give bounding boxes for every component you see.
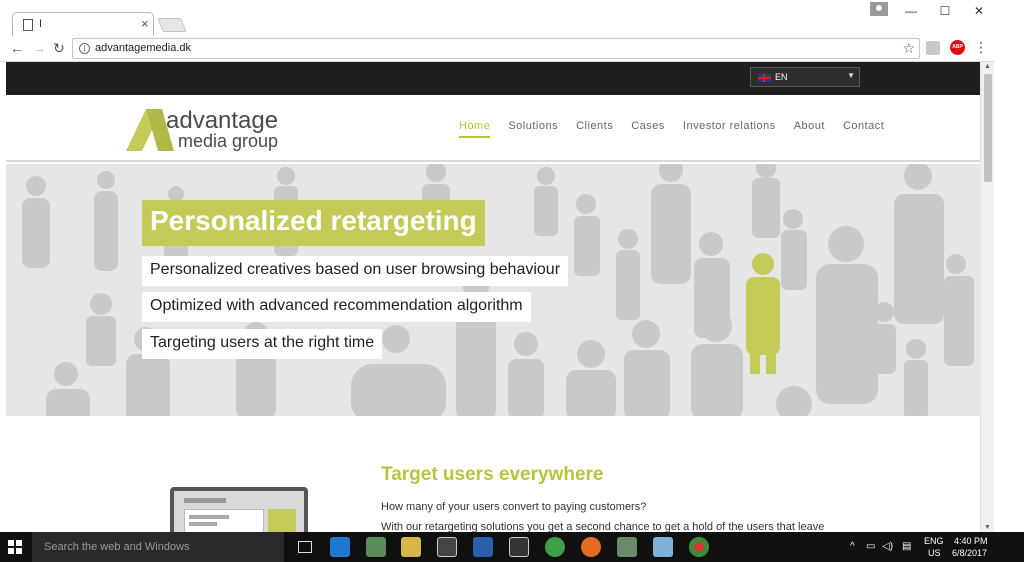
site-topbar: EN ▼ bbox=[6, 62, 980, 95]
input-language-bottom[interactable]: US bbox=[928, 548, 941, 558]
adblock-icon[interactable]: ABP bbox=[950, 40, 965, 55]
address-bar[interactable]: i advantagemedia.dk ☆ bbox=[72, 38, 920, 59]
nav-investor-relations[interactable]: Investor relations bbox=[683, 120, 776, 138]
main-nav: Home Solutions Clients Cases Investor re… bbox=[459, 120, 902, 138]
browser-tab[interactable]: I × bbox=[12, 12, 154, 36]
browser-toolbar: ← → ↻ i advantagemedia.dk ☆ bbox=[0, 36, 994, 62]
scroll-up-icon[interactable]: ▲ bbox=[984, 63, 991, 70]
scroll-thumb[interactable] bbox=[984, 74, 992, 182]
browser-tab-strip: I × — ☐ ✕ bbox=[0, 0, 1024, 36]
torrent-icon[interactable] bbox=[545, 537, 565, 557]
firefox-icon[interactable] bbox=[581, 537, 601, 557]
window-controls: — ☐ ✕ bbox=[894, 0, 996, 22]
language-select[interactable]: EN ▼ bbox=[750, 67, 860, 87]
section-title: Target users everywhere bbox=[381, 464, 604, 485]
uk-flag-icon bbox=[758, 74, 771, 82]
minimize-button[interactable]: — bbox=[894, 0, 928, 22]
feature-section: Target users everywhere How many of your… bbox=[6, 416, 980, 532]
network-icon[interactable]: ▭ bbox=[866, 541, 875, 552]
kebab-menu-icon[interactable]: ⋮ bbox=[974, 39, 988, 56]
taskbar-search-placeholder: Search the web and Windows bbox=[44, 541, 190, 553]
input-language-top[interactable]: ENG bbox=[924, 536, 944, 546]
nav-about[interactable]: About bbox=[794, 120, 825, 138]
tab-close-icon[interactable]: × bbox=[141, 16, 149, 31]
taskbar-search[interactable]: Search the web and Windows bbox=[32, 532, 284, 562]
forward-arrow-icon[interactable]: → bbox=[30, 40, 48, 56]
tray-chevron-icon[interactable]: ^ bbox=[850, 541, 855, 552]
file-explorer-icon[interactable] bbox=[401, 537, 421, 557]
reload-icon[interactable]: ↻ bbox=[50, 40, 68, 57]
maximize-button[interactable]: ☐ bbox=[928, 0, 962, 22]
laptop-screen-accent bbox=[268, 509, 296, 532]
info-icon[interactable]: i bbox=[79, 43, 90, 54]
laptop-illustration bbox=[170, 487, 308, 532]
nav-cases[interactable]: Cases bbox=[631, 120, 665, 138]
hero-line-3: Targeting users at the right time bbox=[142, 329, 383, 359]
hero-title: Personalized retargeting bbox=[142, 200, 485, 246]
windows-taskbar: Search the web and Windows ^ ▭ ◁) ▤ ENG … bbox=[0, 532, 1024, 562]
nav-contact[interactable]: Contact bbox=[843, 120, 884, 138]
site-header: advantage media group Home Solutions Cli… bbox=[6, 95, 980, 162]
logo-text-secondary[interactable]: media group bbox=[178, 131, 278, 152]
bookmark-star-icon[interactable]: ☆ bbox=[902, 40, 915, 57]
hero-banner: Personalized retargeting Personalized cr… bbox=[6, 164, 980, 416]
edge-icon[interactable] bbox=[330, 537, 350, 557]
hero-line-2: Optimized with advanced recommendation a… bbox=[142, 292, 531, 322]
notification-icon[interactable]: ▤ bbox=[902, 541, 911, 552]
chevron-down-icon: ▼ bbox=[847, 71, 855, 80]
volume-icon[interactable]: ◁) bbox=[882, 541, 893, 552]
profile-icon[interactable] bbox=[870, 2, 888, 16]
extension-icon[interactable] bbox=[926, 41, 940, 55]
web-page: EN ▼ advantage media group Home Solution… bbox=[6, 62, 980, 532]
laptop-screen-line bbox=[189, 515, 229, 519]
document-icon bbox=[23, 19, 33, 31]
hero-line-1: Personalized creatives based on user bro… bbox=[142, 256, 569, 286]
close-window-button[interactable]: ✕ bbox=[962, 0, 996, 22]
scroll-down-icon[interactable]: ▼ bbox=[984, 524, 991, 531]
windows-start-icon[interactable] bbox=[8, 540, 22, 554]
page-scrollbar[interactable]: ▲ ▼ bbox=[980, 62, 994, 532]
chrome-icon[interactable] bbox=[689, 537, 709, 557]
language-label: EN bbox=[775, 72, 788, 82]
laptop-screen-bar bbox=[184, 498, 226, 503]
laptop-screen-panel bbox=[184, 509, 264, 532]
nav-solutions[interactable]: Solutions bbox=[508, 120, 558, 138]
store-icon[interactable] bbox=[437, 537, 457, 557]
new-tab-button[interactable] bbox=[157, 18, 187, 32]
tab-title: I bbox=[39, 18, 43, 30]
calendar-icon[interactable] bbox=[509, 537, 529, 557]
word-icon[interactable] bbox=[473, 537, 493, 557]
app-icon[interactable] bbox=[653, 537, 673, 557]
back-arrow-icon[interactable]: ← bbox=[8, 40, 26, 56]
url-text: advantagemedia.dk bbox=[95, 42, 192, 54]
app-icon[interactable] bbox=[617, 537, 637, 557]
nav-home[interactable]: Home bbox=[459, 120, 491, 138]
laptop-screen-line bbox=[189, 522, 217, 526]
task-view-icon[interactable] bbox=[298, 541, 312, 553]
section-paragraph-1: How many of your users convert to paying… bbox=[381, 501, 647, 513]
nav-clients[interactable]: Clients bbox=[576, 120, 613, 138]
section-paragraph-2: With our retargeting solutions you get a… bbox=[381, 521, 825, 532]
app-icon[interactable] bbox=[366, 537, 386, 557]
clock-time[interactable]: 4:40 PM bbox=[954, 536, 988, 546]
clock-date[interactable]: 6/8/2017 bbox=[952, 548, 987, 558]
